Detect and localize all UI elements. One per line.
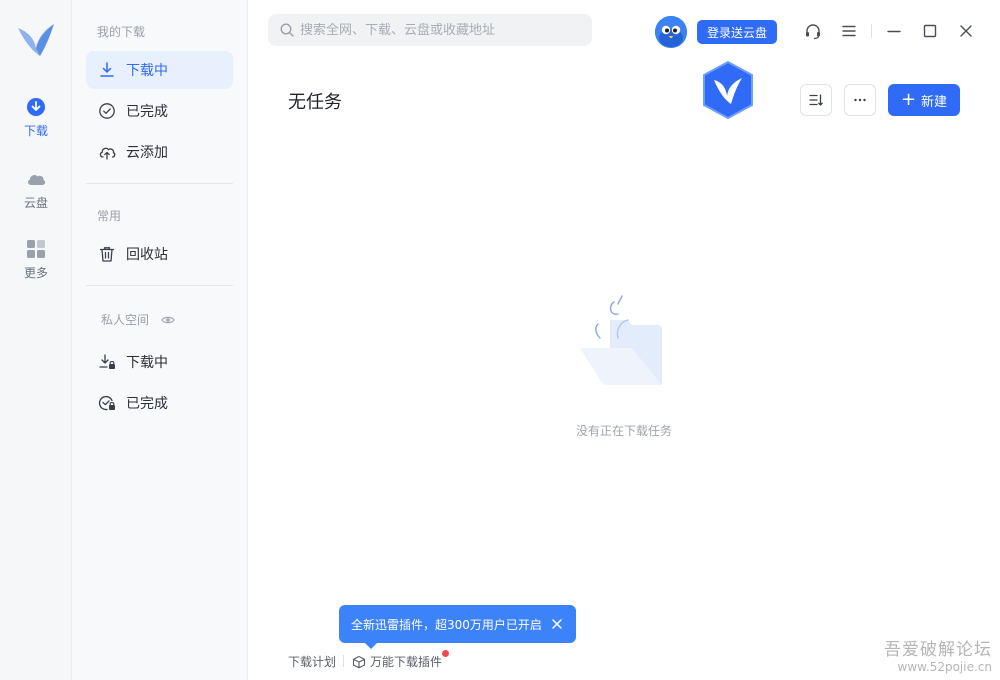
section-title-common: 常用	[97, 209, 122, 223]
minimize-icon[interactable]	[885, 22, 903, 40]
watermark-line-2: www.52pojie.cn	[897, 660, 992, 674]
sort-button[interactable]	[800, 84, 832, 116]
empty-folder-illustration-icon	[580, 295, 662, 385]
empty-state-text: 没有正在下载任务	[575, 424, 672, 438]
sidebar-item-recycle-bin[interactable]: 回收站	[86, 235, 233, 273]
search-box[interactable]	[268, 14, 592, 46]
eye-icon[interactable]	[161, 314, 175, 326]
sidebar-divider	[86, 183, 233, 184]
menu-icon[interactable]	[840, 22, 858, 40]
rail-item-cloud[interactable]: 云盘	[0, 168, 72, 211]
universal-plugin-label: 万能下载插件	[370, 655, 443, 669]
page-title: 无任务	[288, 92, 342, 113]
cloud-upload-icon	[99, 147, 116, 160]
private-space-label: 私人空间	[101, 313, 150, 327]
plugin-tooltip: 全新迅雷插件，超300万用户已开启	[339, 605, 576, 649]
sidebar: 我的下载 下载中 已完成 云添加 常用 回收站 私人空间 下载中 已完成	[72, 0, 248, 680]
plus-icon: +	[900, 89, 917, 110]
grid-icon	[27, 240, 45, 258]
cloud-icon	[28, 175, 46, 185]
sidebar-divider	[86, 285, 233, 286]
rail-item-download[interactable]: 下载	[0, 96, 72, 139]
titlebar-divider	[871, 24, 872, 38]
bird-avatar-icon	[655, 16, 687, 48]
download-lock-icon	[99, 354, 115, 369]
tooltip-close-icon[interactable]	[550, 617, 564, 631]
ellipsis-icon	[854, 98, 866, 102]
check-lock-icon	[98, 395, 115, 411]
left-rail: 下载 云盘 更多	[0, 0, 72, 680]
rail-label-download: 下载	[23, 124, 48, 138]
download-icon	[100, 62, 114, 77]
section-title-my-downloads: 我的下载	[97, 25, 146, 39]
sort-icon	[809, 94, 823, 106]
trash-icon	[99, 247, 115, 262]
sidebar-label-recycle-bin: 回收站	[126, 247, 168, 263]
search-input[interactable]	[300, 22, 580, 38]
login-button[interactable]: 登录送云盘	[697, 20, 777, 44]
rail-label-more: 更多	[23, 266, 48, 280]
sidebar-label-completed: 已完成	[126, 104, 168, 120]
sidebar-item-completed[interactable]: 已完成	[86, 92, 233, 130]
cube-icon	[352, 655, 366, 668]
headset-icon[interactable]	[804, 22, 822, 40]
thunder-hex-logo-icon	[703, 60, 753, 120]
new-task-button[interactable]: + 新建	[888, 84, 960, 116]
rail-label-cloud: 云盘	[23, 196, 48, 210]
maximize-icon[interactable]	[921, 22, 939, 40]
sidebar-item-cloud-add[interactable]: 云添加	[86, 133, 233, 171]
notification-dot	[442, 650, 449, 657]
sidebar-label-private-downloading: 下载中	[126, 355, 168, 371]
more-options-button[interactable]	[844, 84, 876, 116]
thunder-bird-logo-icon	[18, 24, 54, 56]
watermark: 吾爱破解论坛 www.52pojie.cn	[884, 635, 992, 674]
sidebar-label-downloading: 下载中	[126, 63, 168, 79]
sidebar-label-cloud-add: 云添加	[126, 145, 168, 161]
tooltip-arrow	[365, 643, 377, 649]
download-circle-icon	[27, 98, 45, 116]
sidebar-item-private-downloading[interactable]: 下载中	[86, 343, 233, 381]
rail-item-more[interactable]: 更多	[0, 238, 72, 281]
sidebar-label-private-completed: 已完成	[126, 396, 168, 412]
download-plan-link[interactable]: 下载计划	[288, 653, 336, 670]
check-circle-icon	[99, 103, 115, 119]
tooltip-text: 全新迅雷插件，超300万用户已开启	[351, 617, 542, 632]
sidebar-item-private-completed[interactable]: 已完成	[86, 384, 233, 422]
sidebar-item-downloading[interactable]: 下载中	[86, 51, 233, 89]
universal-plugin-link[interactable]: 万能下载插件	[352, 653, 442, 670]
section-title-private-space: 私人空间	[101, 311, 175, 328]
close-icon[interactable]	[957, 22, 975, 40]
avatar[interactable]	[655, 16, 687, 48]
footer-divider	[343, 655, 344, 667]
new-task-label: 新建	[921, 94, 948, 110]
search-icon	[280, 23, 294, 37]
watermark-line-1: 吾爱破解论坛	[884, 640, 992, 660]
